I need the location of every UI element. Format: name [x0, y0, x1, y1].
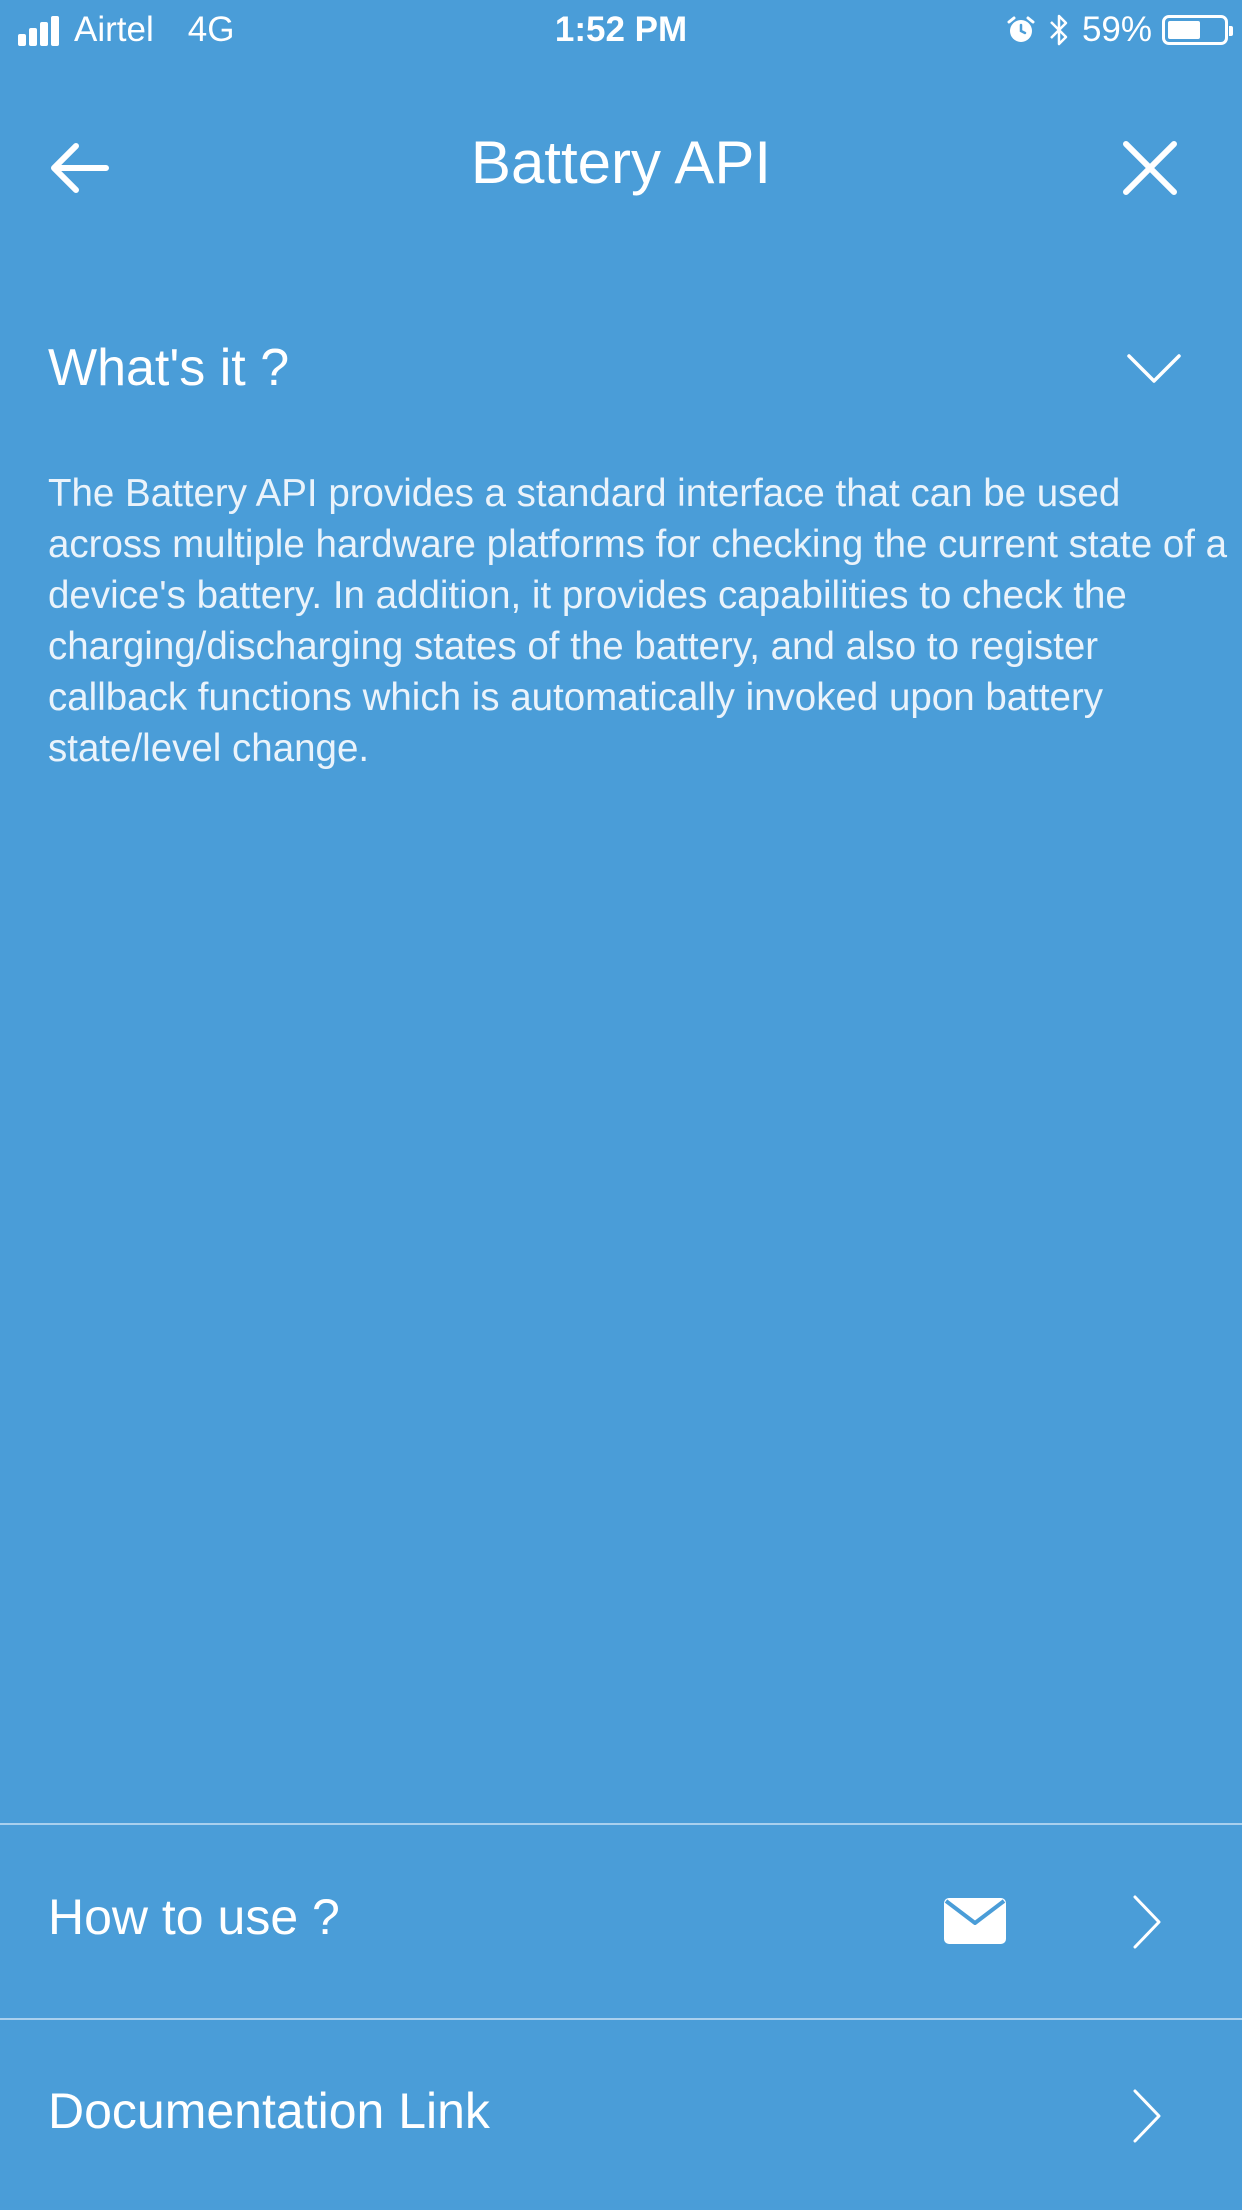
page-title: Battery API	[470, 129, 772, 196]
divider	[0, 1823, 1242, 1825]
battery-level-fill	[1168, 21, 1200, 39]
alarm-icon	[1007, 16, 1035, 42]
chevron-right-icon	[1133, 1895, 1161, 1949]
list-item-how-to-use[interactable]: How to use ?	[0, 1826, 1242, 2016]
status-bar: Airtel 4G 1:52 PM 59%	[0, 0, 1242, 62]
whats-it-section-header[interactable]: What's it ?	[48, 330, 1182, 410]
chevron-down-icon[interactable]	[1126, 352, 1182, 386]
list-item-label: Documentation Link	[48, 2083, 490, 2139]
battery-icon	[1162, 15, 1233, 45]
status-right: 59%	[1006, 10, 1233, 50]
bluetooth-icon	[1050, 14, 1068, 46]
list-item-documentation-link[interactable]: Documentation Link	[0, 2020, 1242, 2210]
mail-icon[interactable]	[944, 1898, 1006, 1944]
list-item-label: How to use ?	[48, 1889, 340, 1945]
close-icon[interactable]	[1118, 136, 1182, 200]
section-title: What's it ?	[48, 339, 290, 397]
section-description: The Battery API provides a standard inte…	[48, 472, 1228, 770]
navigation-bar: Battery API	[0, 100, 1242, 236]
chevron-right-icon	[1133, 2089, 1161, 2143]
battery-percent: 59%	[1081, 10, 1152, 49]
